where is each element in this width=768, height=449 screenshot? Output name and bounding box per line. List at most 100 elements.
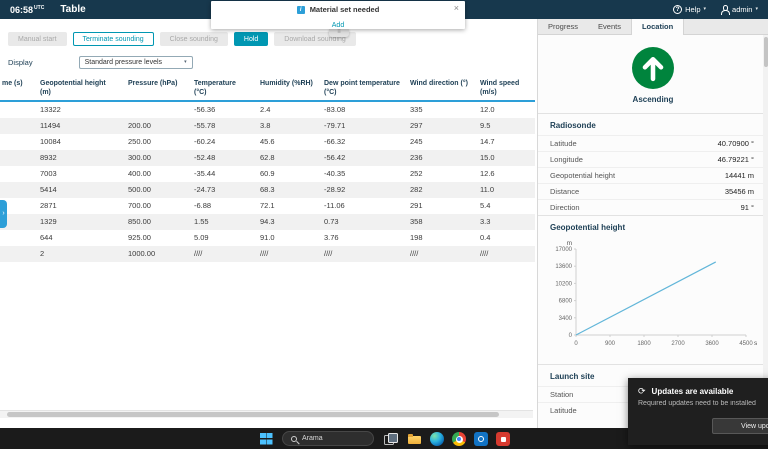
display-select[interactable]: Standard pressure levels ▾ (78, 56, 193, 69)
table-view: Manual start Terminate sounding Close soun… (0, 19, 537, 428)
field-label: Latitude (550, 139, 577, 148)
add-link[interactable]: Add (332, 22, 344, 29)
svg-text:6800: 6800 (559, 299, 573, 305)
info-icon: i (296, 5, 305, 14)
table-row: 1329 850.00 1.55 94.3 0.73 358 3.3 (0, 214, 535, 231)
clock-timezone: UTC (34, 4, 45, 11)
tab-events[interactable]: Events (588, 19, 631, 34)
table-cell: 297 (410, 121, 423, 131)
table-cell (0, 134, 34, 150)
table-cell (0, 230, 34, 246)
field-label: Latitude (550, 406, 577, 415)
updates-title: Updates are available (651, 386, 734, 396)
svg-text:10200: 10200 (555, 281, 572, 287)
app-blue-icon[interactable] (474, 432, 488, 446)
display-label: Display (8, 58, 33, 67)
chevron-right-icon: › (2, 210, 5, 217)
table-cell: 0.4 (480, 233, 491, 243)
table-cell: 200.00 (128, 121, 151, 131)
table-cell: 1000.00 (128, 249, 156, 259)
toolbar-button-manual-start[interactable]: Manual start (8, 32, 67, 46)
file-explorer-icon[interactable] (406, 431, 422, 447)
svg-text:3400: 3400 (559, 316, 573, 322)
taskbar-icons (382, 431, 510, 447)
column-header: Humidity (%RH) (260, 80, 313, 87)
edge-icon[interactable] (430, 432, 444, 446)
view-updates-button[interactable]: View updates (712, 418, 768, 434)
close-icon[interactable]: × (454, 3, 459, 13)
taskbar-search[interactable]: Arama (282, 431, 374, 446)
table-cell: 60.9 (260, 169, 275, 179)
task-view-icon[interactable] (382, 431, 398, 447)
field-label: Longitude (550, 155, 583, 164)
toolbar-button-terminate-sounding[interactable]: Terminate sounding (72, 32, 154, 46)
scrollbar-thumb[interactable] (7, 412, 499, 417)
column-header: Wind direction (°) (410, 80, 468, 87)
panel-tabs: Progress Events Location (538, 19, 768, 35)
table-cell: 300.00 (128, 153, 151, 163)
table-cell: 9.5 (480, 121, 491, 131)
table-row: 11494 200.00 -55.78 3.8 -79.71 297 9.5 (0, 118, 535, 135)
page-title: Table (60, 4, 86, 15)
chevron-down-icon: ▾ (755, 6, 758, 12)
table-cell: 925.00 (128, 233, 151, 243)
search-label: Arama (302, 435, 323, 442)
svg-text:3600: 3600 (705, 341, 719, 347)
field-value: 14441 m (724, 171, 754, 180)
table-cell: 14.7 (480, 137, 495, 147)
tab-progress[interactable]: Progress (538, 19, 588, 34)
scrollbar-thumb[interactable] (763, 37, 768, 67)
radiosonde-rows: Latitude 40.70900 ° Longitude 46.79221 ° Geo… (538, 135, 768, 215)
table-cell: //// (480, 249, 489, 259)
horizontal-scrollbar[interactable] (0, 410, 533, 418)
column-header: Pressure (hPa) (128, 80, 178, 87)
svg-text:2700: 2700 (671, 341, 685, 347)
table-cell: -35.44 (194, 169, 216, 179)
toolbar-button-hold[interactable]: Hold (233, 32, 269, 46)
table-cell: //// (410, 249, 419, 259)
table-cell: 10084 (40, 137, 61, 147)
table-cell: -24.73 (194, 185, 216, 195)
table-cell: 1329 (40, 217, 57, 227)
table-cell: 2871 (40, 201, 57, 211)
table-cell: -60.24 (194, 137, 216, 147)
table-cell: //// (324, 249, 333, 259)
table-cell (0, 246, 34, 262)
table-cell: -28.92 (324, 185, 346, 195)
toolbar-button-close-sounding[interactable]: Close sounding (159, 32, 228, 46)
tab-location[interactable]: Location (630, 19, 685, 35)
chrome-icon[interactable] (452, 432, 466, 446)
chevron-down-icon: ▾ (184, 59, 187, 65)
side-panel: Progress Events Location Ascending Radioso… (537, 19, 768, 428)
field-value: 35456 m (724, 187, 754, 196)
table-cell: -56.42 (324, 153, 346, 163)
table-row: 8932 300.00 -52.48 62.8 -56.42 236 15.0 (0, 150, 535, 167)
app-red-icon[interactable] (496, 432, 510, 446)
table-cell: //// (194, 249, 203, 259)
table-cell: 5414 (40, 185, 57, 195)
expand-panel-handle[interactable]: › (0, 200, 7, 228)
user-menu[interactable]: admin ▾ (720, 5, 758, 15)
toast-title: Material set needed (309, 5, 380, 14)
updates-toast: ⟳ Updates are available Required updates… (628, 378, 768, 445)
table-cell (0, 150, 34, 166)
panel-scrollbar[interactable] (763, 35, 768, 428)
field-row-geopotential-height: Geopotential height 14441 m (538, 167, 768, 183)
table-row: 5414 500.00 -24.73 68.3 -28.92 282 11.0 (0, 182, 535, 199)
svg-text:4500: 4500 (739, 341, 753, 347)
table-cell (122, 102, 188, 118)
table-cell: -40.35 (324, 169, 346, 179)
ascending-icon (632, 47, 674, 89)
table-cell: 198 (410, 233, 423, 243)
help-menu[interactable]: ? Help ▾ (673, 5, 706, 14)
table-cell: 5.09 (194, 233, 209, 243)
field-value: 40.70900 ° (717, 139, 754, 148)
table-cell: //// (260, 249, 269, 259)
field-label: Distance (550, 187, 580, 196)
table-cell: 7003 (40, 169, 57, 179)
table-cell: 252 (410, 169, 423, 179)
table-cell: 12.6 (480, 169, 495, 179)
start-button[interactable] (258, 431, 274, 447)
table-cell: -79.71 (324, 121, 346, 131)
table-cell: 335 (410, 105, 423, 115)
